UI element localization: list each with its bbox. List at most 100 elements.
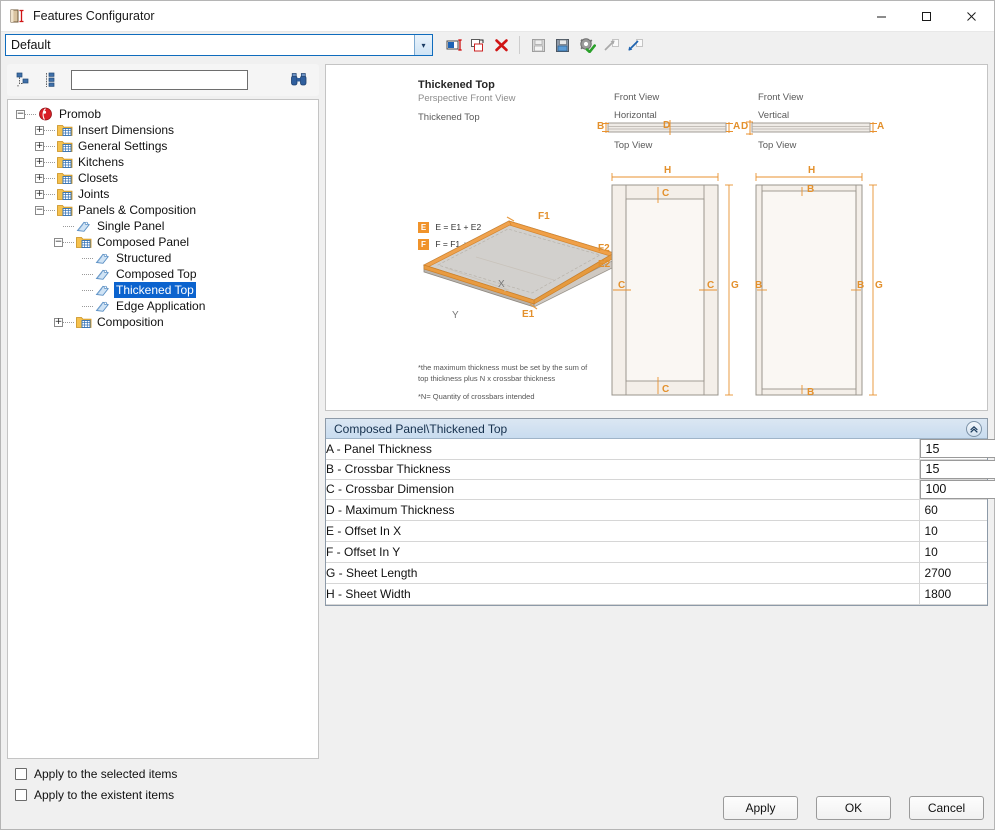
property-value-cell[interactable]: 60: [919, 499, 988, 521]
tree-item-general-settings[interactable]: + General Settings: [8, 138, 318, 154]
tree-item-kitchens[interactable]: + Kitchens: [8, 154, 318, 170]
expand-node-icon[interactable]: +: [35, 173, 44, 183]
property-label: D - Maximum Thickness: [326, 499, 920, 521]
tree-item-structured[interactable]: Structured: [8, 250, 318, 266]
property-textbox[interactable]: 2700: [920, 563, 988, 583]
profile-combobox[interactable]: Default ▾: [5, 34, 433, 56]
property-dropdown[interactable]: 15∨: [919, 459, 995, 479]
property-value-cell[interactable]: 1800: [919, 583, 988, 605]
collapse-group-button[interactable]: [966, 421, 982, 437]
tree-item-composition[interactable]: + Composition: [8, 314, 318, 330]
tree-item-label: General Settings: [78, 139, 168, 153]
property-value-cell[interactable]: 15∨: [919, 459, 995, 480]
import-button[interactable]: [600, 34, 622, 56]
checkbox-label: Apply to the existent items: [34, 788, 175, 802]
chevron-down-icon[interactable]: ▾: [414, 35, 432, 55]
property-value: 1800: [924, 586, 952, 601]
maximize-button[interactable]: [904, 1, 949, 32]
duplicate-feature-button[interactable]: [467, 34, 489, 56]
checkbox-label: Apply to the selected items: [34, 767, 178, 781]
tree-item-panels-composition[interactable]: − Panels & Composition: [8, 202, 318, 218]
collapse-node-icon[interactable]: −: [54, 237, 63, 247]
property-row: B - Crossbar Thickness15∨: [326, 459, 995, 480]
expand-node-icon[interactable]: +: [54, 317, 63, 327]
properties-group-title: Composed Panel\Thickened Top: [334, 421, 508, 436]
diagram-preview: Thickened Top Perspective Front View Thi…: [325, 64, 988, 411]
save-button[interactable]: [528, 34, 550, 56]
window-controls: [859, 1, 994, 32]
export-button[interactable]: [624, 34, 646, 56]
property-label: G - Sheet Length: [326, 562, 920, 584]
property-value: 100: [925, 482, 947, 496]
cancel-button[interactable]: Cancel: [909, 796, 984, 820]
property-value: 10: [924, 544, 938, 559]
expand-node-icon[interactable]: +: [35, 157, 44, 167]
folder-icon: [57, 155, 73, 169]
tree-item-composed-panel[interactable]: − Composed Panel: [8, 234, 318, 250]
tree-item-promob[interactable]: − Promob: [8, 106, 318, 122]
tree-item-thickened-top[interactable]: Thickened Top: [8, 282, 318, 298]
checkbox-row[interactable]: Apply to the existent items: [15, 788, 177, 802]
folder-icon: [57, 171, 73, 185]
tree-item-single-panel[interactable]: Single Panel: [8, 218, 318, 234]
property-value-cell[interactable]: 10: [919, 520, 988, 542]
settings-button[interactable]: [576, 34, 598, 56]
collapse-tree-icon[interactable]: [13, 69, 35, 91]
tree-item-edge-application[interactable]: Edge Application: [8, 298, 318, 314]
binoculars-icon[interactable]: [289, 70, 309, 90]
property-label: C - Crossbar Dimension: [326, 479, 920, 500]
property-textbox[interactable]: 60: [920, 500, 988, 520]
property-value-cell[interactable]: 100∨: [919, 479, 995, 500]
tree-item-label: Edge Application: [116, 299, 206, 313]
mid-dim-c-left: C: [618, 280, 626, 291]
feature-tree[interactable]: − Promob + Insert Dimensions + General Settin…: [7, 99, 319, 759]
property-value-cell[interactable]: 2700: [919, 562, 988, 584]
tree-item-composed-top[interactable]: Composed Top: [8, 266, 318, 282]
delete-feature-button[interactable]: [491, 34, 513, 56]
right-dim-g: G: [875, 280, 883, 291]
expand-node-icon[interactable]: +: [35, 189, 44, 199]
tree-item-joints[interactable]: + Joints: [8, 186, 318, 202]
property-value-cell[interactable]: 10: [919, 541, 988, 563]
save-as-button[interactable]: [552, 34, 574, 56]
checkbox-selected-items[interactable]: [15, 768, 27, 780]
property-value: 15: [925, 441, 940, 456]
collapse-node-icon[interactable]: −: [35, 205, 44, 215]
tree-connector: [82, 289, 93, 291]
property-value-cell[interactable]: 15∨: [919, 439, 995, 460]
property-row: C - Crossbar Dimension100∨: [326, 479, 995, 500]
property-label: F - Offset In Y: [326, 541, 920, 563]
tree-item-label: Single Panel: [97, 219, 165, 233]
property-dropdown[interactable]: 100∨: [919, 479, 995, 499]
right-view-title: Front View: [758, 92, 804, 103]
properties-table: A - Panel Thickness15∨B - Crossbar Thick…: [326, 439, 995, 605]
tree-item-closets[interactable]: + Closets: [8, 170, 318, 186]
rename-feature-button[interactable]: [443, 34, 465, 56]
property-label: B - Crossbar Thickness: [326, 459, 920, 480]
collapse-node-icon[interactable]: −: [16, 109, 25, 119]
property-textbox[interactable]: 1800: [920, 584, 988, 604]
minimize-button[interactable]: [859, 1, 904, 32]
property-dropdown[interactable]: 15∨: [919, 439, 995, 459]
close-button[interactable]: [949, 1, 994, 32]
checkbox-row[interactable]: Apply to the selected items: [15, 767, 177, 781]
property-textbox[interactable]: 10: [920, 542, 988, 562]
expand-node-icon[interactable]: +: [35, 141, 44, 151]
property-value: 10: [924, 523, 938, 538]
tree-item-label: Composed Panel: [97, 235, 190, 249]
expand-tree-icon[interactable]: [41, 69, 63, 91]
property-value: 60: [924, 502, 938, 517]
apply-button[interactable]: Apply: [723, 796, 798, 820]
property-textbox[interactable]: 10: [920, 521, 988, 541]
tag-icon: [95, 267, 111, 281]
ok-button[interactable]: OK: [816, 796, 891, 820]
tree-connector: [82, 257, 93, 259]
diagram-title: Thickened Top: [418, 79, 495, 91]
mid-dim-c-bottom: C: [662, 384, 670, 395]
checkbox-existent-items[interactable]: [15, 789, 27, 801]
tree-item-insert-dimensions[interactable]: + Insert Dimensions: [8, 122, 318, 138]
expand-node-icon[interactable]: +: [35, 125, 44, 135]
folder-icon: [57, 123, 73, 137]
right-dim-b-left: B: [755, 280, 763, 291]
search-input[interactable]: [71, 70, 248, 90]
